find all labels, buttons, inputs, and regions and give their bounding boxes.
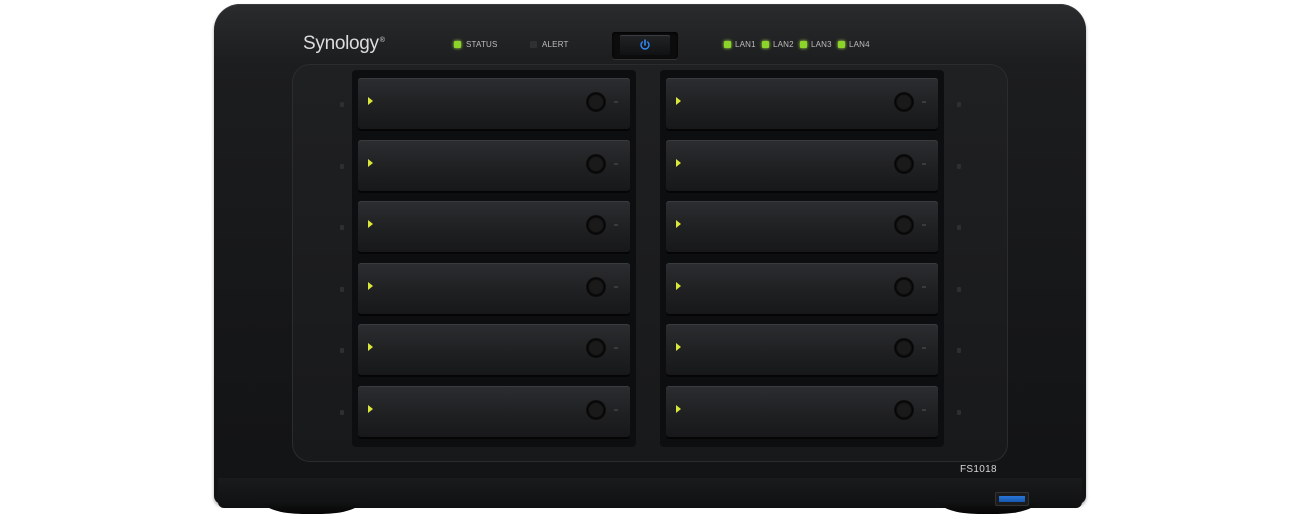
model-label: FS1018 (960, 464, 997, 475)
tray-indicator-icon (676, 404, 681, 413)
drive-tray-3[interactable] (358, 201, 630, 252)
tray-lock-mark (614, 162, 618, 165)
bay-status-dot (340, 163, 344, 169)
tray-lock-icon[interactable] (586, 153, 606, 174)
tray-lock-mark (922, 162, 926, 165)
lan4-label: LAN4 (849, 40, 870, 49)
bay-status-dot (957, 163, 961, 169)
tray-lock-icon[interactable] (894, 338, 914, 358)
lan2-label: LAN2 (773, 40, 794, 49)
tray-lock-mark (614, 347, 618, 349)
tray-lock-icon[interactable] (586, 276, 606, 297)
bay-status-dot (957, 348, 961, 353)
status-label: STATUS (466, 40, 498, 49)
tray-lock-icon[interactable] (894, 92, 914, 112)
tray-lock-mark (614, 101, 618, 103)
bay-status-dot (957, 225, 961, 230)
tray-lock-mark (922, 408, 926, 411)
tray-indicator-icon (368, 281, 373, 290)
bay-status-dot (340, 225, 344, 230)
drive-tray-10[interactable] (666, 262, 938, 314)
tray-lock-icon[interactable] (586, 399, 606, 420)
alert-led (530, 41, 537, 48)
tray-indicator-icon (368, 343, 373, 351)
tray-indicator-icon (676, 343, 681, 351)
lan4-led (838, 41, 845, 48)
left-foot (262, 500, 362, 514)
drive-tray-9[interactable] (666, 201, 938, 252)
drive-tray-8[interactable] (666, 139, 938, 191)
alert-label: ALERT (542, 40, 569, 49)
drive-tray-6[interactable] (358, 385, 630, 437)
bay-status-dot (340, 409, 344, 415)
bay-status-dot (957, 409, 961, 415)
tray-lock-icon[interactable] (894, 399, 914, 420)
tray-indicator-icon (676, 220, 681, 228)
tray-lock-icon[interactable] (586, 215, 606, 235)
tray-lock-mark (614, 408, 618, 411)
tray-indicator-icon (368, 220, 373, 228)
drive-tray-11[interactable] (666, 324, 938, 375)
drive-tray-2[interactable] (358, 139, 630, 191)
bay-status-dot (340, 102, 344, 107)
tray-lock-icon[interactable] (894, 153, 914, 174)
tray-lock-icon[interactable] (894, 215, 914, 235)
usb-port-insert (999, 496, 1025, 502)
status-led (454, 41, 461, 48)
drive-tray-4[interactable] (358, 262, 630, 314)
tray-lock-icon[interactable] (894, 276, 914, 297)
lan2-led (762, 41, 769, 48)
tray-lock-mark (614, 285, 618, 288)
tray-lock-mark (922, 285, 926, 288)
lan3-led (800, 41, 807, 48)
power-button[interactable] (620, 35, 670, 55)
drive-tray-5[interactable] (358, 324, 630, 375)
lan3-label: LAN3 (811, 40, 832, 49)
tray-lock-mark (614, 224, 618, 226)
bay-status-dot (957, 286, 961, 292)
drive-tray-1[interactable] (358, 78, 630, 129)
drive-tray-12[interactable] (666, 385, 938, 437)
lan1-led (724, 41, 731, 48)
power-icon (640, 39, 650, 50)
lan1-label: LAN1 (735, 40, 756, 49)
tray-lock-mark (922, 101, 926, 103)
bay-status-dot (957, 102, 961, 107)
bay-status-dot (340, 348, 344, 353)
tray-lock-icon[interactable] (586, 338, 606, 358)
tray-lock-mark (922, 224, 926, 226)
tray-lock-mark (922, 347, 926, 349)
tray-indicator-icon (368, 404, 373, 413)
drive-tray-7[interactable] (666, 78, 938, 129)
tray-indicator-icon (676, 158, 681, 167)
tray-indicator-icon (676, 97, 681, 105)
tray-lock-icon[interactable] (586, 92, 606, 112)
tray-indicator-icon (676, 281, 681, 290)
bay-status-dot (340, 286, 344, 292)
tray-indicator-icon (368, 97, 373, 105)
tray-indicator-icon (368, 158, 373, 167)
brand-logo: Synology® (303, 33, 385, 54)
